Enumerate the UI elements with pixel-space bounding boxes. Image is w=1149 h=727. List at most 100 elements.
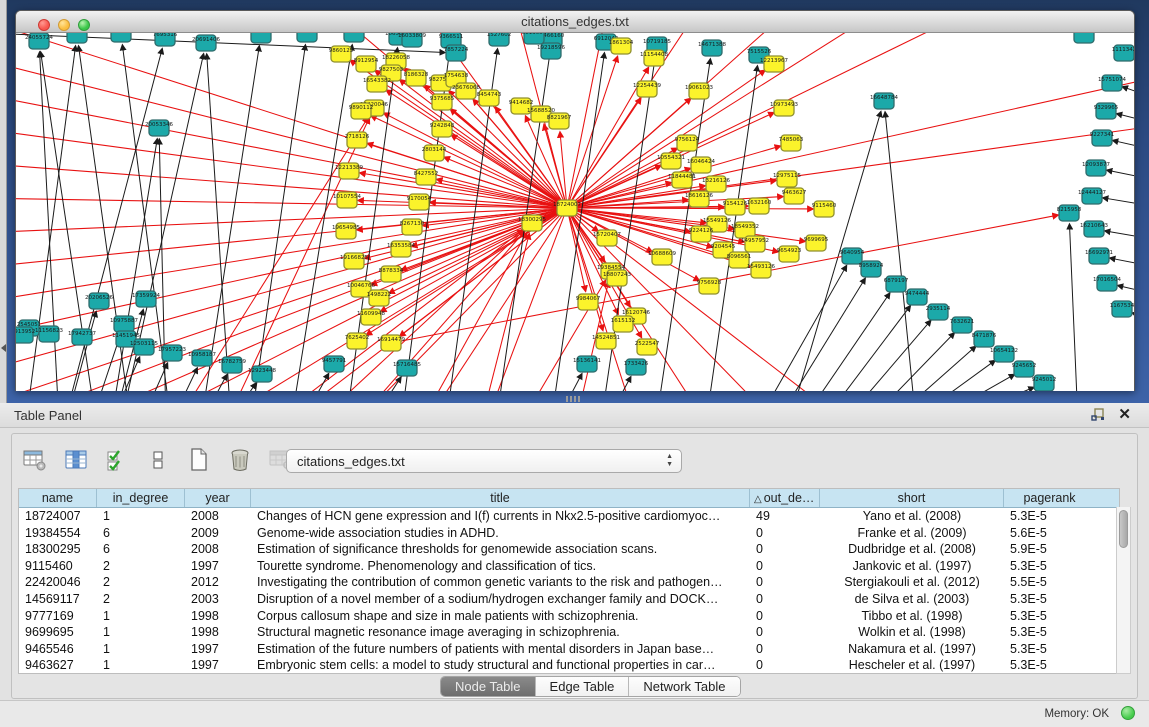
table-cell[interactable]: Disruption of a novel member of a sodium…: [251, 591, 750, 608]
graph-node[interactable]: 20206526: [85, 293, 113, 309]
graph-node[interactable]: 10654122: [990, 346, 1018, 362]
clear-selection-icon[interactable]: [145, 447, 171, 473]
graph-node[interactable]: 20053346: [145, 120, 173, 136]
graph-node[interactable]: 9619797: [1072, 33, 1097, 43]
graph-node[interactable]: 16914479: [377, 335, 405, 351]
table-cell[interactable]: 5.3E-5: [1004, 657, 1095, 674]
graph-node[interactable]: 10973493: [770, 100, 798, 116]
graph-node[interactable]: 1498222: [367, 290, 392, 306]
graph-node[interactable]: 12444127: [1078, 188, 1106, 204]
graph-node[interactable]: 16648784: [870, 93, 898, 109]
table-row[interactable]: 977716911998Corpus callosum shape and si…: [19, 608, 1119, 625]
graph-node[interactable]: 11156823: [35, 326, 63, 342]
graph-node[interactable]: 8912954: [354, 56, 379, 72]
graph-node[interactable]: 1861304: [609, 38, 634, 54]
table-cell[interactable]: 2003: [185, 591, 251, 608]
graph-node[interactable]: 10553287: [293, 33, 321, 42]
table-source-select[interactable]: citations_edges.txt ▲▼: [286, 449, 682, 473]
graph-node[interactable]: 2718126: [345, 132, 370, 148]
table-row[interactable]: 969969511998Structural magnetic resonanc…: [19, 624, 1119, 641]
graph-node[interactable]: 8427552: [414, 169, 439, 185]
table-cell[interactable]: 2009: [185, 525, 251, 542]
graph-node[interactable]: 17016504: [1093, 275, 1121, 291]
collapse-panel-arrow[interactable]: [1, 344, 6, 352]
graph-node[interactable]: 11844481: [668, 172, 696, 188]
graph-node[interactable]: 9245012: [1032, 375, 1057, 391]
new-file-icon[interactable]: [186, 447, 212, 473]
column-display-icon[interactable]: [63, 447, 89, 473]
graph-node[interactable]: 18807243: [603, 270, 631, 286]
column-header-name[interactable]: name: [19, 489, 97, 507]
table-cell[interactable]: Nakamura et al. (1997): [820, 641, 1004, 658]
graph-node[interactable]: 9224126: [689, 226, 714, 242]
graph-node[interactable]: 7695316: [153, 33, 178, 46]
graph-node[interactable]: 9699695: [804, 235, 829, 251]
table-cell[interactable]: 5.3E-5: [1004, 558, 1095, 575]
graph-node[interactable]: 10688609: [648, 249, 676, 265]
table-cell[interactable]: 2: [97, 591, 185, 608]
table-cell[interactable]: Genome-wide association studies in ADHD.: [251, 525, 750, 542]
table-row[interactable]: 911546021997Tourette syndrome. Phenomeno…: [19, 558, 1119, 575]
table-cell[interactable]: 5.9E-5: [1004, 541, 1095, 558]
select-all-icon[interactable]: [104, 447, 130, 473]
table-cell[interactable]: Tourette syndrome. Phenomenology and cla…: [251, 558, 750, 575]
graph-node[interactable]: 8454743: [477, 90, 502, 106]
table-cell[interactable]: Changes of HCN gene expression and I(f) …: [251, 508, 750, 525]
table-cell[interactable]: Wolkin et al. (1998): [820, 624, 1004, 641]
table-cell[interactable]: Estimation of the future numbers of pati…: [251, 641, 750, 658]
table-settings-icon[interactable]: [22, 447, 48, 473]
graph-node[interactable]: 7632621: [950, 317, 975, 333]
table-cell[interactable]: 0: [750, 624, 820, 641]
graph-node[interactable]: 9640954: [840, 248, 865, 264]
table-cell[interactable]: 9465546: [19, 641, 97, 658]
table-cell[interactable]: 1998: [185, 624, 251, 641]
table-cell[interactable]: 0: [750, 591, 820, 608]
graph-node[interactable]: 2935114: [926, 304, 951, 320]
graph-node[interactable]: 9115460: [812, 201, 837, 217]
table-cell[interactable]: Hescheler et al. (1997): [820, 657, 1004, 674]
graph-node[interactable]: 15751074: [1098, 75, 1126, 91]
graph-node[interactable]: 9375685: [430, 94, 455, 110]
graph-node[interactable]: 16033809: [398, 33, 426, 47]
table-cell[interactable]: 9777169: [19, 608, 97, 625]
table-cell[interactable]: 14569117: [19, 591, 97, 608]
table-row[interactable]: 1830029562008Estimation of significance …: [19, 541, 1119, 558]
graph-node[interactable]: 9457791: [322, 356, 347, 372]
table-cell[interactable]: de Silva et al. (2003): [820, 591, 1004, 608]
column-header-pagerank[interactable]: pagerank: [1004, 489, 1095, 507]
graph-node[interactable]: 9654923: [777, 246, 802, 262]
graph-node[interactable]: 16543382: [363, 76, 391, 92]
table-cell[interactable]: 0: [750, 657, 820, 674]
graph-node[interactable]: 15720407: [593, 230, 621, 246]
table-cell[interactable]: 18300295: [19, 541, 97, 558]
graph-node[interactable]: 12923448: [248, 366, 276, 382]
graph-node[interactable]: 9245652: [1012, 361, 1037, 377]
table-cell[interactable]: 0: [750, 558, 820, 575]
table-cell[interactable]: 0: [750, 541, 820, 558]
network-window-titlebar[interactable]: citations_edges.txt: [16, 11, 1134, 33]
table-cell[interactable]: 1: [97, 608, 185, 625]
tab-edge-table[interactable]: Edge Table: [536, 677, 630, 696]
delete-icon[interactable]: [227, 447, 253, 473]
graph-node[interactable]: 9890112: [349, 103, 374, 119]
table-row[interactable]: 1938455462009Genome-wide association stu…: [19, 525, 1119, 542]
graph-node[interactable]: 1632160: [747, 198, 772, 214]
table-cell[interactable]: 1: [97, 657, 185, 674]
graph-node[interactable]: 16782759: [218, 357, 246, 373]
graph-node[interactable]: 15716485: [393, 360, 421, 376]
table-cell[interactable]: 9699695: [19, 624, 97, 641]
graph-node[interactable]: 12975115: [773, 171, 801, 187]
table-cell[interactable]: 49: [750, 508, 820, 525]
graph-node[interactable]: 9170054: [407, 194, 432, 210]
graph-node[interactable]: 8878334: [379, 266, 404, 282]
table-cell[interactable]: 5.5E-5: [1004, 574, 1095, 591]
table-cell[interactable]: Franke et al. (2009): [820, 525, 1004, 542]
table-cell[interactable]: 5.3E-5: [1004, 608, 1095, 625]
table-scrollbar[interactable]: [1116, 507, 1131, 674]
table-cell[interactable]: 1: [97, 641, 185, 658]
graph-node[interactable]: 1733426: [624, 359, 649, 375]
table-row[interactable]: 946362711997Embryonic stem cells: a mode…: [19, 657, 1119, 674]
table-cell[interactable]: Jankovic et al. (1997): [820, 558, 1004, 575]
graph-node[interactable]: 8958924: [859, 261, 884, 277]
table-cell[interactable]: 1997: [185, 641, 251, 658]
